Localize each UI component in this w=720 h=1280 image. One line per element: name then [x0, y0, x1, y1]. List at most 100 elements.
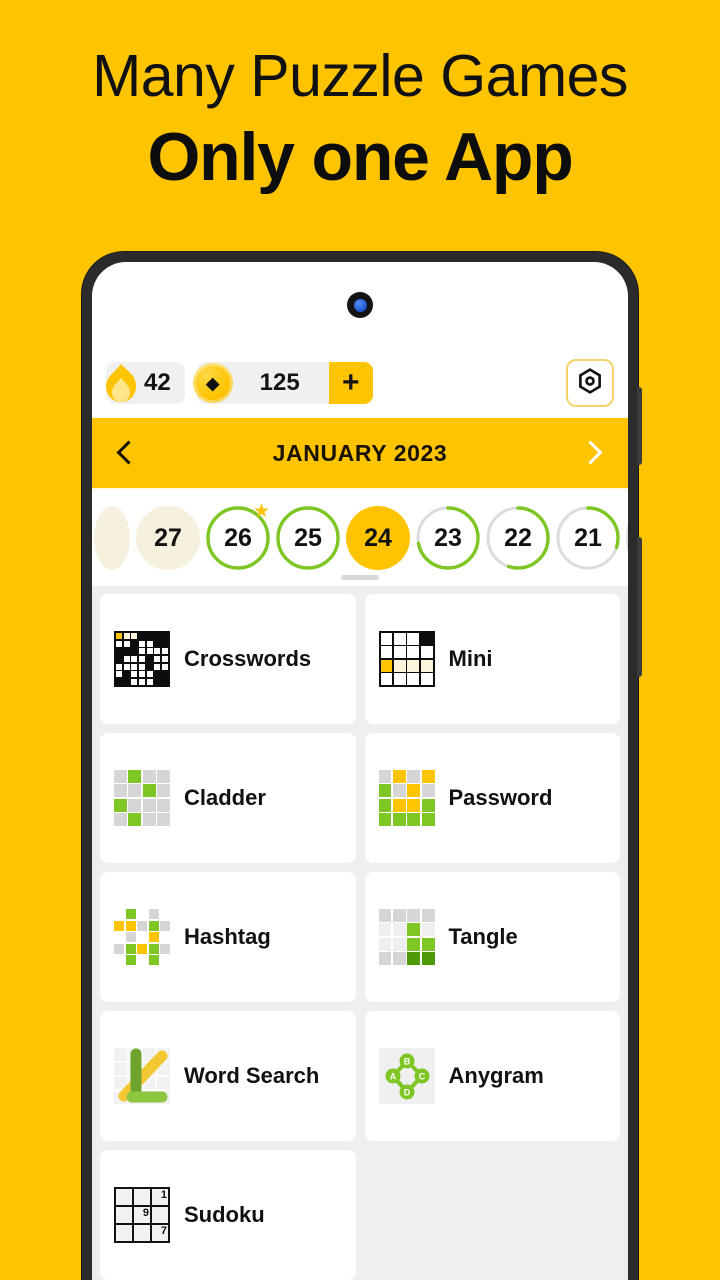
icon-cell [131, 655, 138, 663]
icon-cell [146, 663, 153, 670]
game-tile-anygram[interactable]: A B C D Anygram [364, 1011, 620, 1141]
game-tile-sudoku[interactable]: 1 9 7 Sudoku [100, 1150, 356, 1280]
icon-cell [407, 923, 421, 937]
streak-value: 42 [144, 369, 171, 396]
icon-cell [123, 678, 130, 685]
day-number: 26 [224, 523, 252, 552]
icon-cell [116, 640, 123, 647]
game-tile-crosswords[interactable]: Crosswords [100, 594, 356, 724]
game-tile-word-search[interactable]: Word Search [100, 1011, 356, 1141]
game-tile-mini[interactable]: Mini [364, 594, 620, 724]
calendar-day-2[interactable] [92, 504, 132, 572]
calendar-date-strip[interactable]: 27 26 ★ 25 24 23 22 21 [92, 488, 628, 586]
icon-cell [161, 633, 168, 640]
icon-cell [160, 920, 170, 931]
icon-cell [114, 943, 124, 954]
coin-chip[interactable]: ◆ 125 + [192, 362, 373, 404]
icon-cell [392, 798, 406, 812]
icon-cell [407, 798, 421, 812]
icon-cell [380, 659, 393, 672]
icon-cell [154, 655, 161, 663]
sudoku-cell [134, 1225, 150, 1241]
icon-cell [393, 633, 406, 645]
calendar-day-22[interactable]: 22 [484, 504, 552, 572]
add-coins-button[interactable]: + [328, 362, 373, 404]
icon-cell [407, 770, 421, 783]
flame-icon [100, 361, 142, 405]
icon-cell [116, 671, 123, 678]
prev-month-button[interactable] [114, 440, 140, 466]
icon-cell [154, 648, 161, 655]
phone-side-button-volume[interactable] [637, 387, 642, 465]
icon-cell [157, 813, 170, 826]
calendar-day-21[interactable]: 21 [554, 504, 622, 572]
icon-cell [380, 646, 393, 659]
promo-line-2: Only one App [147, 119, 573, 195]
streak-chip[interactable]: 42 [106, 362, 185, 404]
calendar-day-0[interactable] [624, 504, 628, 572]
day-number: 25 [294, 523, 322, 552]
icon-cell [114, 813, 127, 826]
game-title: Cladder [184, 785, 266, 810]
next-month-button[interactable] [580, 440, 606, 466]
sudoku-cell [152, 1207, 168, 1223]
icon-cell [125, 920, 136, 931]
icon-cell [137, 909, 147, 919]
icon-cell [407, 952, 421, 965]
phone-mockup: 42 ◆ 125 + JANUARY 2023 27 26 ★ 25 24 23… [82, 252, 642, 1280]
game-title: Mini [448, 646, 493, 671]
phone-side-button-power[interactable] [637, 537, 642, 677]
icon-cell [393, 659, 406, 672]
svg-text:A: A [389, 1072, 396, 1082]
icon-cell [137, 943, 147, 954]
icon-cell [392, 813, 406, 826]
settings-button[interactable] [566, 359, 614, 407]
calendar-drag-handle[interactable] [341, 575, 379, 580]
icon-cell [407, 937, 421, 951]
icon-cell [392, 937, 406, 951]
sudoku-cell [134, 1189, 150, 1205]
icon-cell [148, 920, 159, 931]
calendar-day-26[interactable]: 26 ★ [204, 502, 272, 572]
front-camera [347, 292, 373, 318]
icon-cell [125, 932, 136, 942]
game-tile-hashtag[interactable]: Hashtag [100, 872, 356, 1002]
game-tile-password[interactable]: Password [364, 733, 620, 863]
icon-cell [137, 920, 147, 931]
icon-cell [380, 673, 393, 685]
icon-cell [137, 955, 147, 965]
icon-cell [420, 646, 433, 659]
day-number: 21 [574, 523, 602, 552]
password-icon [378, 770, 435, 826]
icon-cell [142, 813, 156, 826]
icon-cell [146, 678, 153, 685]
icon-cell [407, 813, 421, 826]
calendar-day-23[interactable]: 23 [414, 504, 482, 572]
anygram-icon: ABCD [378, 1048, 435, 1104]
calendar-day-27[interactable]: 27 [134, 504, 202, 572]
icon-cell [114, 770, 127, 783]
icon-cell [378, 770, 392, 783]
icon-cell [142, 798, 156, 812]
icon-cell [393, 673, 406, 685]
icon-cell [114, 955, 124, 965]
icon-cell [123, 648, 130, 655]
icon-cell [123, 640, 130, 647]
game-tile-cladder[interactable]: Cladder [100, 733, 356, 863]
day-number: 22 [504, 523, 532, 552]
icon-cell [421, 798, 435, 812]
game-tile-tangle[interactable]: Tangle [364, 872, 620, 1002]
icon-cell [378, 909, 392, 922]
icon-cell [138, 655, 146, 663]
icon-cell [420, 633, 433, 645]
calendar-day-25[interactable]: 25 [274, 504, 342, 572]
icon-cell [154, 671, 161, 678]
icon-cell [148, 943, 159, 954]
icon-cell [421, 770, 435, 783]
icon-cell [131, 640, 138, 647]
icon-cell [160, 943, 170, 954]
icon-cell [128, 784, 142, 798]
calendar-day-24[interactable]: 24 [344, 504, 412, 572]
crosswords-icon [114, 631, 170, 687]
icon-cell [420, 673, 433, 685]
